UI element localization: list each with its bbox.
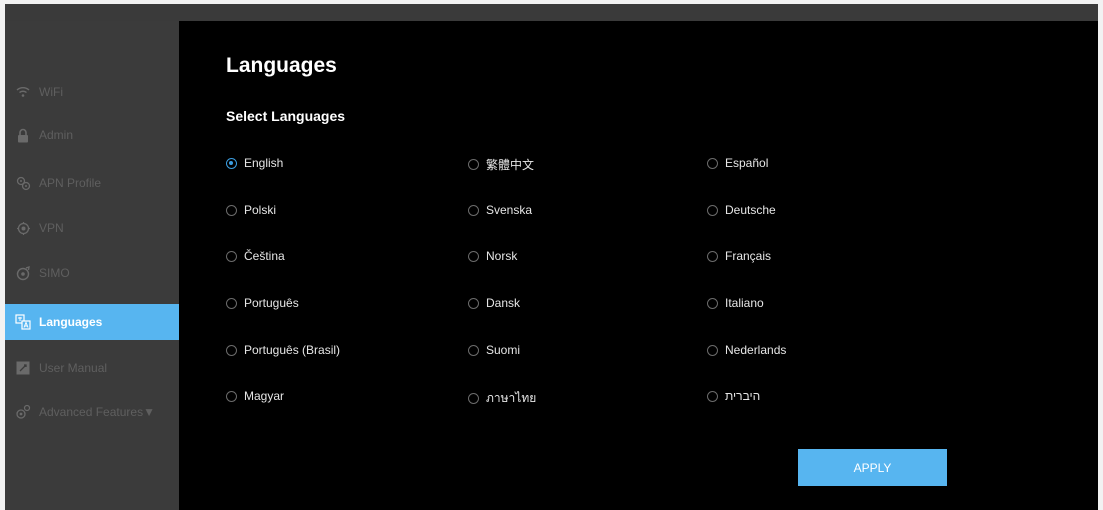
- sidebar-item-label: Languages: [39, 315, 103, 329]
- language-option-deutsche[interactable]: Deutsche: [707, 203, 776, 217]
- sidebar-item-label: Admin: [39, 128, 74, 142]
- radio-icon[interactable]: [226, 390, 237, 402]
- language-label: Italiano: [725, 296, 764, 310]
- radio-icon[interactable]: [226, 250, 237, 262]
- radio-icon[interactable]: [468, 344, 479, 356]
- radio-icon[interactable]: [468, 297, 479, 309]
- language-option-cestina[interactable]: Čeština: [226, 249, 285, 263]
- language-option-magyar[interactable]: Magyar: [226, 389, 284, 403]
- sidebar-item-label: SIMO: [39, 266, 70, 280]
- vpn-icon: [15, 220, 31, 236]
- top-bar: [5, 4, 1098, 21]
- languages-icon: [15, 314, 31, 330]
- radio-icon[interactable]: [226, 204, 237, 216]
- radio-icon[interactable]: [707, 250, 718, 262]
- sidebar: WiFi Admin APN Profile VPN SIMO Language…: [5, 21, 179, 510]
- manual-icon: [15, 360, 31, 376]
- language-label: Svenska: [486, 203, 533, 217]
- language-label: Português: [244, 296, 299, 310]
- language-option-portugues-brasil[interactable]: Português (Brasil): [226, 343, 340, 357]
- language-label: Polski: [244, 203, 277, 217]
- language-option-portugues[interactable]: Português: [226, 296, 299, 310]
- radio-icon[interactable]: [468, 393, 479, 404]
- wifi-icon: [15, 84, 31, 100]
- radio-icon[interactable]: [226, 344, 237, 356]
- language-label: Dansk: [486, 296, 521, 310]
- language-label: Español: [725, 156, 769, 170]
- radio-icon[interactable]: [707, 390, 718, 402]
- language-label: English: [244, 156, 284, 170]
- language-option-italiano[interactable]: Italiano: [707, 296, 764, 310]
- sidebar-item-apn-profile[interactable]: APN Profile: [5, 165, 179, 201]
- radio-icon[interactable]: [707, 344, 718, 356]
- language-option-english[interactable]: English: [226, 156, 283, 170]
- language-label: Norsk: [486, 249, 518, 263]
- language-label: Português (Brasil): [244, 343, 341, 357]
- language-option-hebrew[interactable]: היברית: [707, 389, 760, 403]
- sidebar-item-label: Advanced Features▼: [39, 405, 155, 419]
- sidebar-item-languages[interactable]: Languages: [5, 304, 179, 340]
- apply-button[interactable]: APPLY: [798, 449, 947, 486]
- sidebar-item-label: VPN: [39, 221, 64, 235]
- sidebar-item-simo[interactable]: SIMO: [5, 255, 179, 291]
- lock-icon: [15, 127, 31, 143]
- radio-icon[interactable]: [707, 204, 718, 216]
- language-option-dansk[interactable]: Dansk: [468, 296, 520, 310]
- radio-icon[interactable]: [468, 159, 479, 170]
- main-panel: Languages Select Languages English 繁體中文 …: [179, 21, 1098, 510]
- language-option-francais[interactable]: Français: [707, 249, 771, 263]
- advanced-features-icon: [15, 404, 31, 420]
- radio-icon[interactable]: [707, 157, 718, 169]
- sidebar-item-wifi[interactable]: WiFi: [5, 74, 179, 110]
- language-option-polski[interactable]: Polski: [226, 203, 276, 217]
- language-option-suomi[interactable]: Suomi: [468, 343, 520, 357]
- sidebar-item-admin[interactable]: Admin: [5, 117, 179, 153]
- apn-profile-icon: [15, 175, 31, 191]
- radio-selected-icon[interactable]: [226, 157, 237, 169]
- language-label: Suomi: [486, 343, 521, 357]
- sidebar-item-label: User Manual: [39, 361, 108, 375]
- section-title: Select Languages: [226, 108, 346, 124]
- sidebar-item-label: APN Profile: [39, 176, 102, 190]
- language-label: Čeština: [244, 249, 285, 263]
- sidebar-item-label: WiFi: [39, 85, 63, 99]
- language-label: היברית: [725, 389, 761, 403]
- sidebar-item-advanced-features[interactable]: Advanced Features▼: [5, 394, 179, 430]
- radio-icon[interactable]: [707, 297, 718, 309]
- language-label: Français: [725, 249, 772, 263]
- sidebar-item-user-manual[interactable]: User Manual: [5, 350, 179, 386]
- language-label: Nederlands: [725, 343, 787, 357]
- radio-icon[interactable]: [468, 204, 479, 216]
- language-label: 繁體中文: [486, 158, 535, 172]
- language-label: Deutsche: [725, 203, 776, 217]
- language-option-traditional-chinese[interactable]: 繁體中文: [468, 156, 534, 173]
- language-option-thai[interactable]: ภาษาไทย: [468, 389, 536, 408]
- radio-icon[interactable]: [226, 297, 237, 309]
- language-option-svenska[interactable]: Svenska: [468, 203, 532, 217]
- language-option-norsk[interactable]: Norsk: [468, 249, 517, 263]
- language-option-nederlands[interactable]: Nederlands: [707, 343, 786, 357]
- language-option-espanol[interactable]: Español: [707, 156, 768, 170]
- simo-icon: [15, 265, 31, 281]
- page-title: Languages: [226, 54, 337, 77]
- radio-icon[interactable]: [468, 250, 479, 262]
- language-label: ภาษาไทย: [486, 391, 537, 405]
- sidebar-item-vpn[interactable]: VPN: [5, 210, 179, 246]
- language-label: Magyar: [244, 389, 285, 403]
